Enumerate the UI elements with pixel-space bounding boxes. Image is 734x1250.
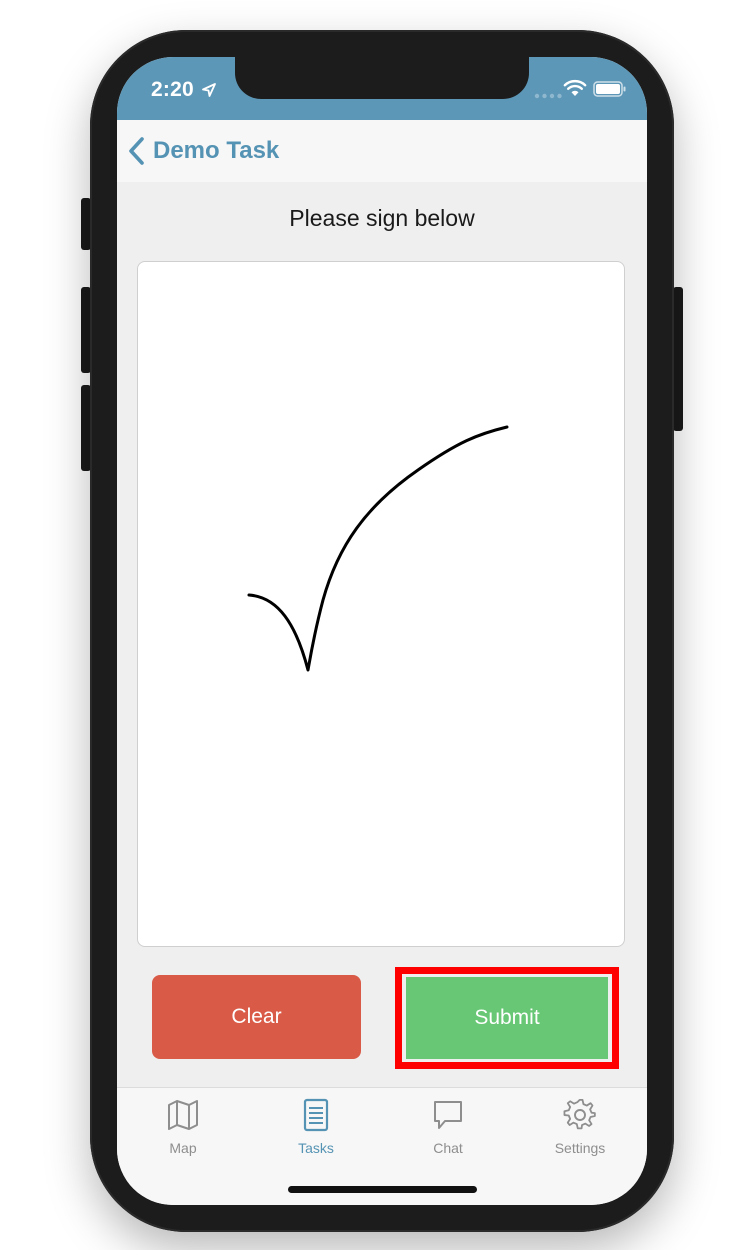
tab-label: Settings [554,1140,606,1156]
cellular-signal-icon [534,93,562,99]
battery-icon [593,81,626,97]
chevron-left-icon [129,137,144,165]
status-time: 2:20 [151,78,194,101]
power-button [673,287,683,431]
tab-label: Chat [433,1140,463,1156]
tab-label: Tasks [298,1140,334,1156]
tab-tasks[interactable]: Tasks [266,1098,366,1168]
map-icon [168,1100,198,1130]
status-bar: 2:20 [117,57,647,120]
signature-pad[interactable] [137,261,625,947]
phone-screen: 2:20 Demo Task Please sign below Clear S… [117,57,647,1205]
notch [235,57,529,99]
back-title: Demo Task [153,137,280,164]
tab-label: Map [169,1140,197,1156]
signature-prompt: Please sign below [289,205,475,231]
submit-button[interactable]: Submit [406,977,608,1059]
home-indicator[interactable] [288,1186,477,1193]
tab-settings[interactable]: Settings [530,1098,630,1168]
navigation-bar: Demo Task [117,120,647,182]
stage: 2:20 Demo Task Please sign below Clear S… [0,0,734,1250]
tab-map[interactable]: Map [133,1098,233,1168]
clear-button[interactable]: Clear [152,975,361,1059]
location-arrow-icon [202,83,216,97]
gear-icon [563,1098,596,1130]
document-list-icon [303,1098,329,1132]
wifi-icon [563,79,587,96]
back-button[interactable]: Demo Task [125,120,279,182]
signature-stroke [247,425,509,672]
chat-bubble-icon [434,1101,462,1129]
tab-chat[interactable]: Chat [398,1098,498,1168]
